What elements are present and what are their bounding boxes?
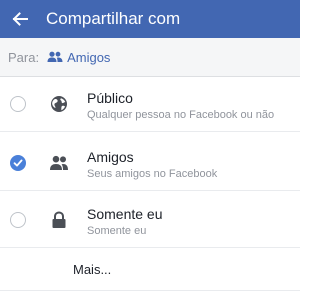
- audience-value[interactable]: Amigos: [67, 50, 110, 65]
- arrow-left-icon: [12, 12, 28, 26]
- option-subtitle: Somente eu: [87, 225, 147, 237]
- option-title: Amigos: [87, 149, 134, 165]
- more-options-row[interactable]: Mais...: [0, 249, 300, 291]
- checkmark-icon: [13, 159, 23, 167]
- option-public[interactable]: Público Qualquer pessoa no Facebook ou n…: [0, 76, 300, 132]
- option-subtitle: Seus amigos no Facebook: [87, 168, 218, 180]
- option-friends[interactable]: Amigos Seus amigos no Facebook: [0, 135, 300, 191]
- audience-prefix: Para:: [8, 49, 40, 65]
- option-title: Somente eu: [87, 206, 163, 222]
- lock-icon: [49, 210, 69, 230]
- radio-friends[interactable]: [10, 155, 26, 171]
- option-subtitle: Qualquer pessoa no Facebook ou não: [87, 109, 275, 121]
- audience-summary: Para: Amigos: [0, 38, 300, 77]
- friends-icon: [49, 153, 69, 173]
- back-button[interactable]: [0, 0, 40, 38]
- app-bar: Compartilhar com: [0, 0, 300, 38]
- more-options-label: Mais...: [73, 262, 112, 277]
- option-only-me[interactable]: Somente eu Somente eu: [0, 192, 300, 248]
- page-title: Compartilhar com: [46, 9, 181, 28]
- option-title: Público: [87, 90, 133, 106]
- friends-icon: [47, 51, 63, 63]
- radio-only-me[interactable]: [10, 212, 26, 228]
- globe-icon: [49, 94, 69, 114]
- radio-public[interactable]: [10, 96, 26, 112]
